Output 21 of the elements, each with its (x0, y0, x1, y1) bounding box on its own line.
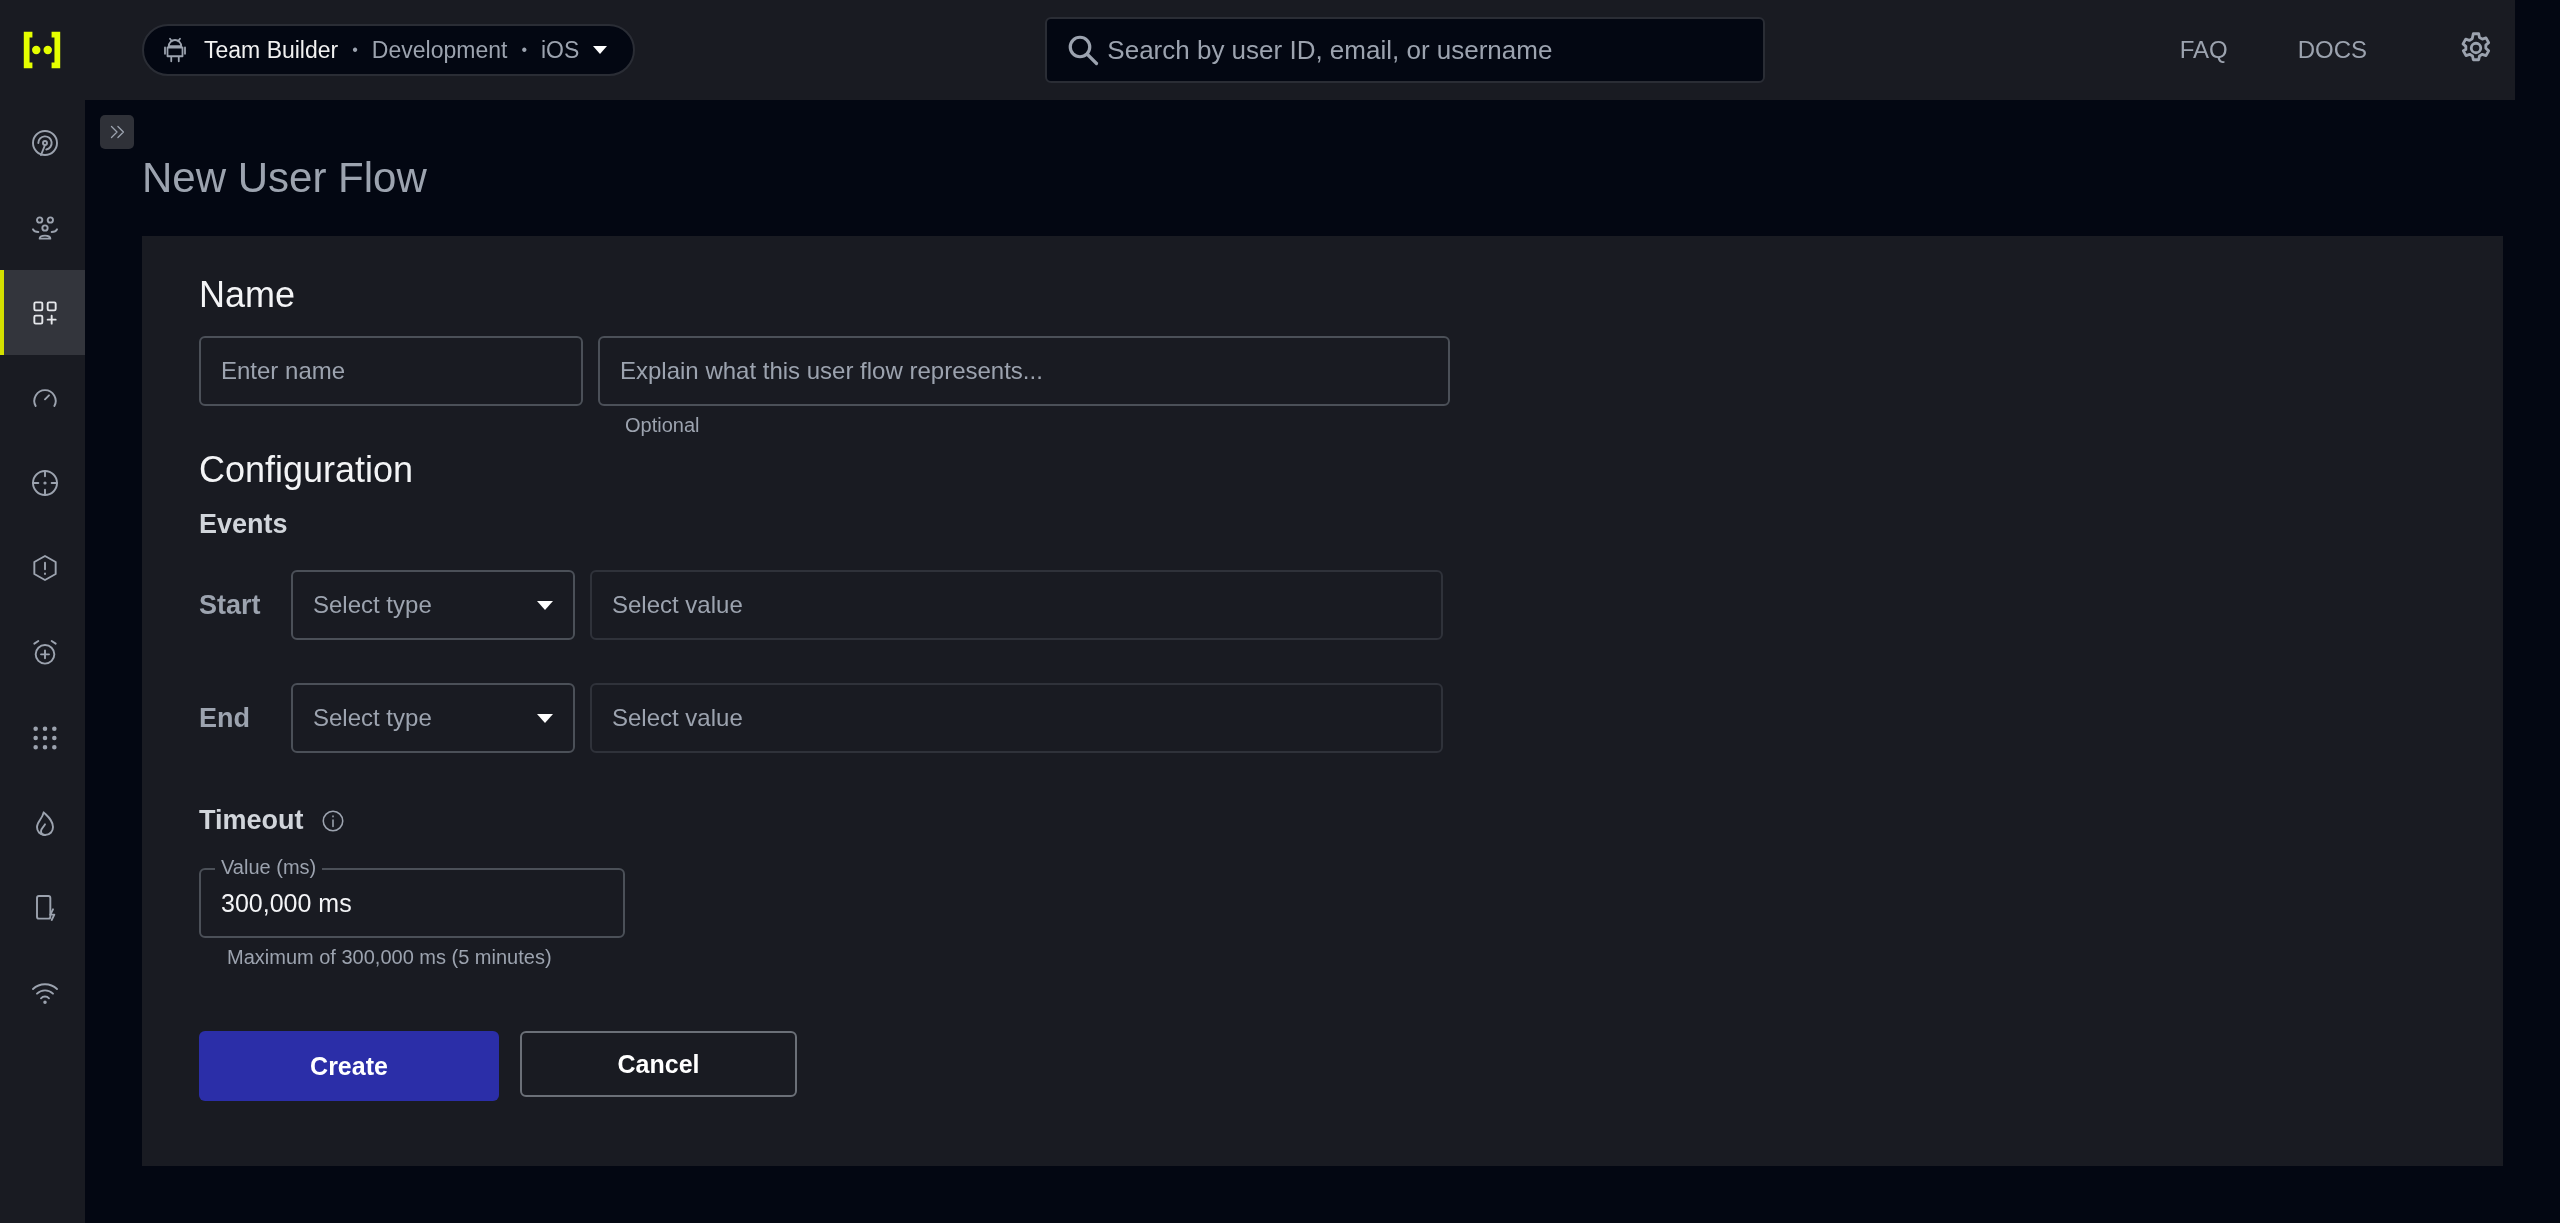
type-select[interactable]: Select type (291, 683, 575, 753)
cancel-button[interactable]: Cancel (520, 1031, 797, 1097)
value-field[interactable]: Select value (590, 683, 1443, 753)
create-button[interactable]: Create (199, 1031, 499, 1101)
section-heading: Configuration (199, 449, 415, 491)
name-field[interactable]: Enter name (199, 336, 583, 406)
project-selector[interactable]: Team Builder • Development • iOS (142, 24, 636, 76)
helper-text: Maximum of 300,000 ms (5 minutes) (227, 946, 553, 969)
event-label: Start (199, 589, 262, 621)
helper-text: Optional (625, 414, 701, 437)
event-label: End (199, 702, 251, 734)
page-title: New User Flow (142, 154, 428, 202)
value-field[interactable]: Select value (590, 570, 1443, 640)
nav-link[interactable]: FAQ (2179, 36, 2228, 64)
type-select[interactable]: Select type (291, 570, 575, 640)
description-field[interactable]: Explain what this user flow represents... (598, 336, 1450, 406)
search-field[interactable]: Search by user ID, email, or username (1045, 17, 1766, 83)
subsection-heading: Timeout (199, 805, 304, 836)
subsection-heading: Events (199, 509, 289, 540)
section-heading: Name (199, 274, 297, 316)
nav-link[interactable]: DOCS (2297, 36, 2367, 64)
